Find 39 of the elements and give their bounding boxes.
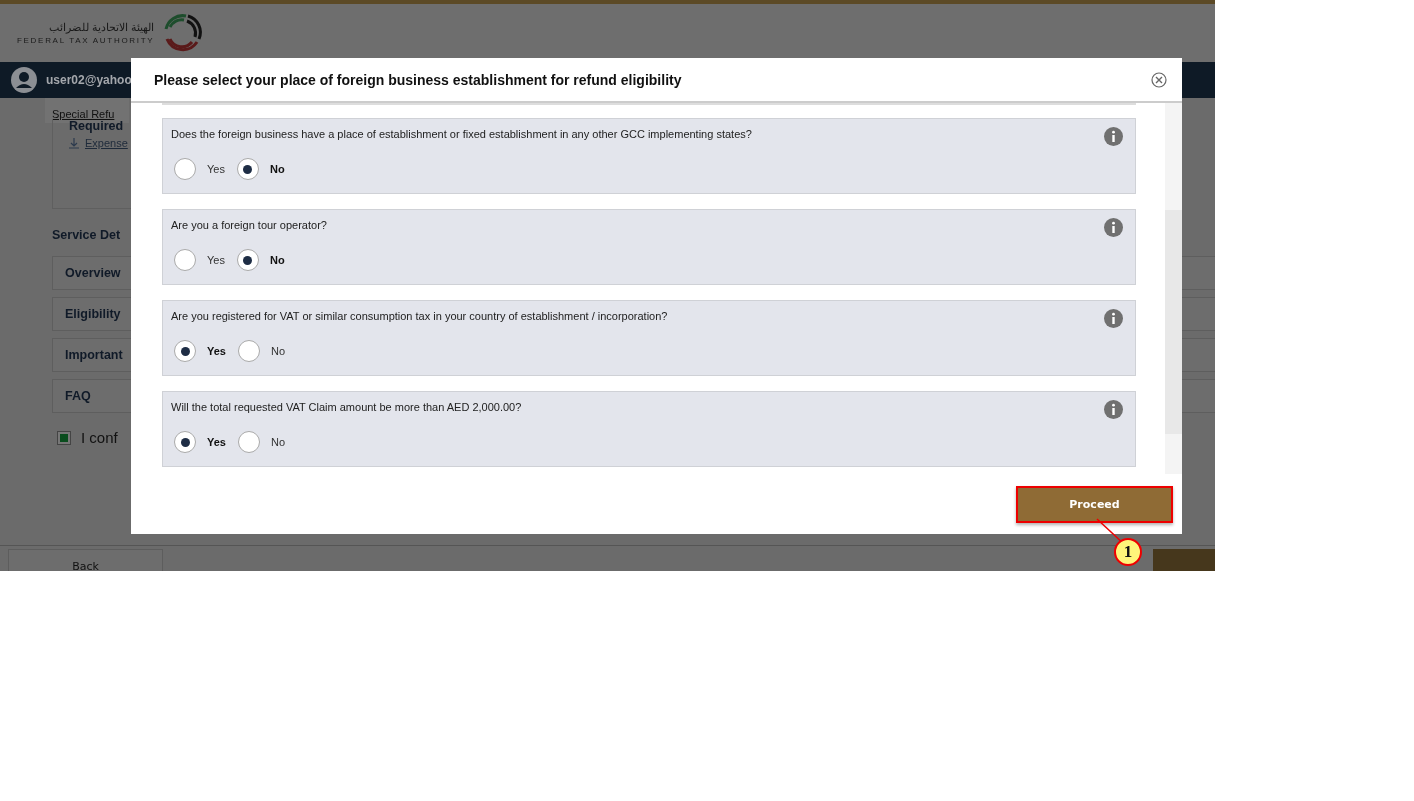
radio-label: No	[269, 163, 285, 175]
radio-button[interactable]	[237, 431, 260, 453]
info-icon[interactable]	[1104, 218, 1123, 237]
radio-button[interactable]	[174, 340, 196, 362]
radio-button[interactable]	[237, 340, 260, 362]
download-icon	[69, 137, 79, 149]
radio-label: Yes	[207, 254, 225, 266]
proceed-button[interactable]: Proceed	[1016, 485, 1173, 523]
question-text: Are you registered for VAT or similar consumption tax in your country of establishment / incorporation?	[171, 309, 668, 322]
radio-button[interactable]	[174, 431, 196, 453]
user-avatar-icon[interactable]	[11, 67, 37, 93]
question-text: Will the total requested VAT Claim amount be more than AED 2,000.00?	[171, 400, 522, 413]
question-text: Are you a foreign tour operator?	[171, 218, 327, 231]
scrollbar-thumb[interactable]	[1165, 210, 1182, 434]
back-button[interactable]: Back	[8, 549, 163, 571]
info-icon[interactable]	[1104, 309, 1123, 328]
info-icon[interactable]	[1104, 400, 1123, 419]
radio-button[interactable]	[236, 249, 259, 271]
radio-button[interactable]	[174, 249, 196, 271]
radio-label: Yes	[207, 163, 225, 175]
close-icon[interactable]	[1151, 71, 1167, 88]
callout-number: 1	[1114, 538, 1142, 566]
info-icon[interactable]	[1104, 127, 1123, 146]
user-email[interactable]: user02@yahoo	[46, 73, 132, 87]
radio-label: No	[270, 436, 286, 448]
checkbox[interactable]	[57, 430, 71, 445]
radio-button[interactable]	[236, 158, 259, 180]
radio-label: No	[270, 345, 286, 357]
logo-text: FEDERAL TAX AUTHORITY	[17, 35, 155, 45]
section-title: Service Det	[52, 228, 121, 242]
question-text: Does the foreign business have a place of establishment or fixed establishment in any other GCC implementing states?	[171, 127, 752, 140]
radio-label: Yes	[207, 436, 226, 448]
dialog-title: Please select your place of foreign business establishment for refund eligibility	[154, 71, 682, 88]
radio-label: No	[269, 254, 285, 266]
checkbox-label: I conf	[81, 429, 118, 446]
document-link[interactable]: Expense	[85, 137, 128, 149]
radio-label: Yes	[207, 345, 226, 357]
logo-arabic-text: الهيئة الاتحادية للضرائب	[49, 21, 155, 34]
radio-button[interactable]	[174, 158, 196, 180]
